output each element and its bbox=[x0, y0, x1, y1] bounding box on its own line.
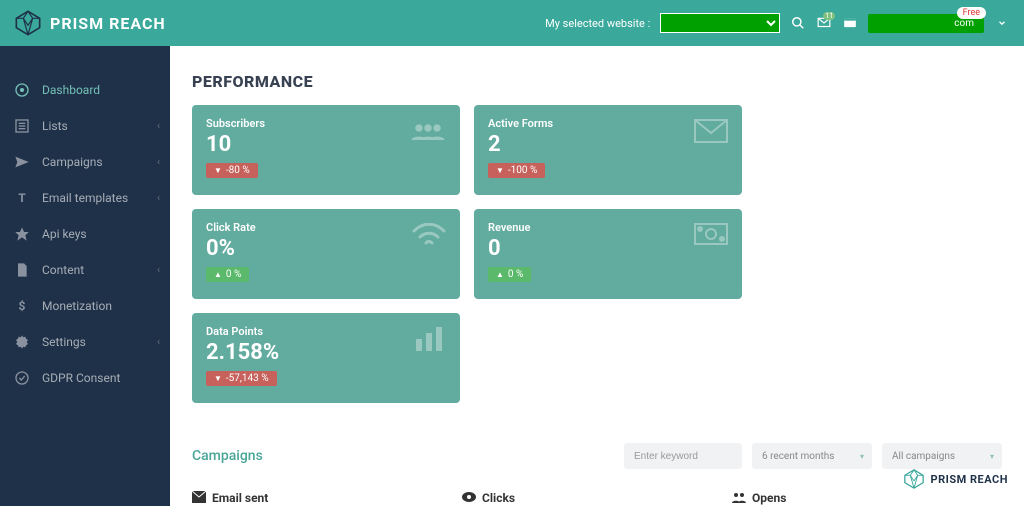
envelope-icon bbox=[694, 119, 728, 147]
sidebar-item-label: Campaigns bbox=[42, 155, 103, 169]
card-label: Revenue bbox=[488, 221, 728, 234]
envelope-fill-icon bbox=[192, 491, 206, 505]
sidebar-item-label: Settings bbox=[42, 335, 86, 349]
card-delta: ▼-100 % bbox=[488, 163, 545, 178]
card-delta: ▼-57,143 % bbox=[206, 371, 277, 386]
star-icon bbox=[14, 226, 30, 242]
list-icon bbox=[14, 118, 30, 134]
prism-logo-icon bbox=[14, 9, 42, 37]
plan-badge: Free bbox=[957, 7, 986, 19]
sidebar-item-api-keys[interactable]: Api keys bbox=[0, 216, 170, 252]
performance-cards: Subscribers 10 ▼-80 % Active Forms 2 ▼-1… bbox=[192, 105, 1002, 403]
sidebar-item-label: Email templates bbox=[42, 191, 128, 205]
target-icon bbox=[14, 82, 30, 98]
text-icon: T bbox=[14, 190, 30, 206]
card-subscribers[interactable]: Subscribers 10 ▼-80 % bbox=[192, 105, 460, 195]
sidebar-item-dashboard[interactable]: Dashboard bbox=[0, 72, 170, 108]
arrow-down-icon: ▼ bbox=[214, 374, 222, 383]
arrow-down-icon: ▼ bbox=[214, 166, 222, 175]
metric-email-sent: Email sent 154 bbox=[192, 491, 462, 506]
metric-clicks: Clicks 0 Last 30 days bbox=[462, 491, 732, 506]
users-icon bbox=[410, 119, 446, 147]
sidebar-item-label: Dashboard bbox=[42, 83, 100, 97]
chevron-left-icon: ‹ bbox=[157, 193, 160, 204]
chevron-left-icon: ‹ bbox=[157, 265, 160, 276]
campaigns-range-select[interactable]: 6 recent months▾ bbox=[752, 443, 872, 469]
sidebar-item-content[interactable]: Content ‹ bbox=[0, 252, 170, 288]
card-data-points[interactable]: Data Points 2.158% ▼-57,143 % bbox=[192, 313, 460, 403]
chevron-left-icon: ‹ bbox=[157, 121, 160, 132]
sidebar-item-label: Lists bbox=[42, 119, 68, 133]
card-label: Data Points bbox=[206, 325, 446, 338]
notification-count-badge: 11 bbox=[823, 12, 835, 20]
sidebar-item-label: Content bbox=[42, 263, 84, 277]
eye-icon bbox=[462, 491, 476, 505]
campaigns-status-select[interactable]: All campaigns▾ bbox=[882, 443, 1002, 469]
account-menu[interactable]: Free com bbox=[868, 14, 984, 33]
card-revenue[interactable]: Revenue 0 ▲0 % bbox=[474, 209, 742, 299]
performance-title: PERFORMANCE bbox=[192, 72, 1002, 91]
chevron-left-icon: ‹ bbox=[157, 157, 160, 168]
sidebar-item-gdpr-consent[interactable]: GDPR Consent bbox=[0, 360, 170, 396]
metric-opens: Opens 17 Last 30 days bbox=[732, 491, 1002, 506]
main-content: PERFORMANCE Subscribers 10 ▼-80 % Active… bbox=[170, 46, 1024, 506]
website-select[interactable] bbox=[660, 13, 780, 33]
account-email-redacted bbox=[878, 18, 948, 28]
chevron-down-icon: ▾ bbox=[990, 452, 994, 461]
search-icon[interactable] bbox=[790, 15, 806, 31]
card-label: Click Rate bbox=[206, 221, 446, 234]
account-chevron-icon[interactable] bbox=[994, 15, 1010, 31]
campaigns-title: Campaigns bbox=[192, 448, 263, 464]
sidebar-item-campaigns[interactable]: Campaigns ‹ bbox=[0, 144, 170, 180]
sidebar: Dashboard Lists ‹ Campaigns ‹ T Email te… bbox=[0, 46, 170, 506]
sidebar-item-lists[interactable]: Lists ‹ bbox=[0, 108, 170, 144]
sidebar-item-monetization[interactable]: $ Monetization bbox=[0, 288, 170, 324]
sidebar-item-label: Api keys bbox=[42, 227, 87, 241]
sidebar-item-settings[interactable]: Settings ‹ bbox=[0, 324, 170, 360]
sidebar-item-email-templates[interactable]: T Email templates ‹ bbox=[0, 180, 170, 216]
notifications-icon[interactable]: 11 bbox=[816, 15, 832, 31]
card-delta: ▼-80 % bbox=[206, 163, 258, 178]
bars-icon bbox=[416, 327, 446, 355]
card-value: 2 bbox=[488, 132, 728, 157]
metric-label: Opens bbox=[752, 491, 786, 505]
account-suffix: com bbox=[954, 18, 974, 29]
gear-icon bbox=[14, 334, 30, 350]
cash-icon bbox=[694, 223, 728, 249]
card-delta: ▲0 % bbox=[488, 267, 531, 282]
metric-label: Clicks bbox=[482, 491, 515, 505]
card-value: 0% bbox=[206, 236, 446, 261]
card-active-forms[interactable]: Active Forms 2 ▼-100 % bbox=[474, 105, 742, 195]
card-click-rate[interactable]: Click Rate 0% ▲0 % bbox=[192, 209, 460, 299]
sidebar-item-label: Monetization bbox=[42, 299, 112, 313]
group-icon bbox=[732, 491, 746, 505]
arrow-down-icon: ▼ bbox=[496, 166, 504, 175]
arrow-up-icon: ▲ bbox=[214, 270, 222, 279]
chevron-left-icon: ‹ bbox=[157, 337, 160, 348]
wifi-icon bbox=[412, 223, 446, 251]
campaigns-panel: Campaigns 6 recent months▾ All campaigns… bbox=[192, 425, 1002, 506]
arrow-up-icon: ▲ bbox=[496, 270, 504, 279]
metric-label: Email sent bbox=[212, 491, 268, 505]
brand-name: PRISM REACH bbox=[50, 14, 166, 33]
card-delta: ▲0 % bbox=[206, 267, 249, 282]
paper-plane-icon bbox=[14, 154, 30, 170]
dollar-icon: $ bbox=[14, 298, 30, 314]
topbar: PRISM REACH My selected website : 11 Fre… bbox=[0, 0, 1024, 46]
chevron-down-icon: ▾ bbox=[860, 452, 864, 461]
campaigns-filter-input[interactable] bbox=[624, 443, 742, 469]
card-value: 0 bbox=[488, 236, 728, 261]
brand-logo[interactable]: PRISM REACH bbox=[14, 9, 166, 37]
card-value: 2.158% bbox=[206, 340, 446, 365]
check-circle-icon bbox=[14, 370, 30, 386]
selected-website-label: My selected website : bbox=[545, 17, 650, 30]
messages-icon[interactable] bbox=[842, 15, 858, 31]
card-label: Active Forms bbox=[488, 117, 728, 130]
sidebar-item-label: GDPR Consent bbox=[42, 371, 120, 385]
document-icon bbox=[14, 262, 30, 278]
